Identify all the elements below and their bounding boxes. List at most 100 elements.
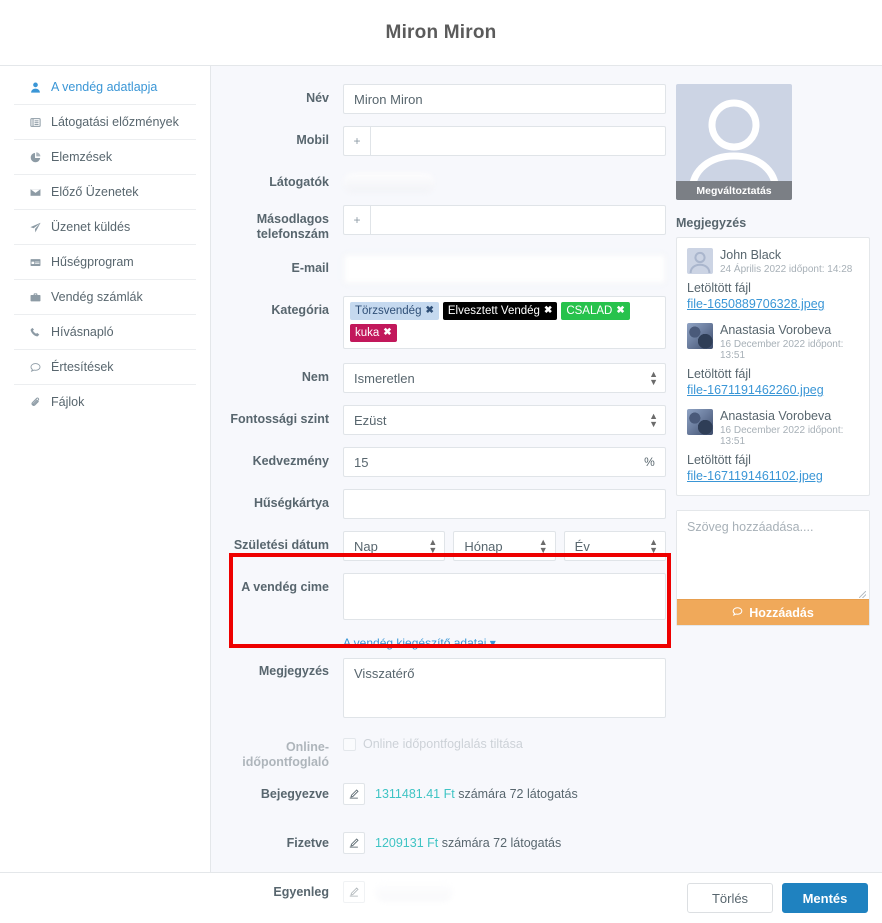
change-avatar-button[interactable]: Megváltoztatás bbox=[676, 181, 792, 200]
sidebar-item-previous-messages[interactable]: Előző Üzenetek bbox=[14, 175, 196, 210]
address-textarea[interactable] bbox=[343, 573, 666, 620]
field-label: A vendég cime bbox=[241, 580, 329, 594]
paid-amount: 1209131 Ft bbox=[375, 836, 439, 850]
note-avatar-placeholder-icon bbox=[687, 248, 713, 274]
sidebar-item-send-message[interactable]: Üzenet küldés bbox=[14, 210, 196, 245]
briefcase-icon bbox=[28, 292, 43, 303]
note-item: John Black 24 Április 2022 időpont: 14:2… bbox=[687, 248, 859, 311]
remove-tag-icon[interactable]: ✖ bbox=[616, 304, 624, 318]
sidebar-item-visit-history[interactable]: Látogatási előzmények bbox=[14, 105, 196, 140]
edit-balance-icon[interactable] bbox=[343, 881, 365, 903]
note-author: John Black bbox=[720, 248, 782, 262]
category-tag[interactable]: CSALAD ✖ bbox=[561, 302, 630, 320]
note-item: Anastasia Vorobeva 16 December 2022 időp… bbox=[687, 323, 859, 397]
field-email: E-mail bbox=[219, 254, 666, 284]
field-label: Fizetve bbox=[286, 836, 329, 850]
comment-input[interactable] bbox=[677, 511, 869, 587]
birth-month-select[interactable]: Hónap bbox=[453, 531, 556, 561]
field-label: Kategória bbox=[271, 303, 329, 317]
extra-data-toggle-link[interactable]: A vendég kiegészítő adatai ▾ bbox=[343, 636, 496, 650]
sidebar-item-loyalty-program[interactable]: Hűségprogram bbox=[14, 245, 196, 280]
save-button[interactable]: Mentés bbox=[782, 883, 868, 913]
note-item: Anastasia Vorobeva 16 December 2022 időp… bbox=[687, 409, 859, 483]
field-visitors: Látogatók bbox=[219, 168, 666, 193]
sidebar-item-label: Fájlok bbox=[51, 395, 85, 409]
note-avatar-photo bbox=[687, 323, 713, 349]
remove-tag-icon[interactable]: ✖ bbox=[425, 304, 433, 318]
history-icon bbox=[28, 117, 43, 128]
birth-day-select[interactable]: Nap bbox=[343, 531, 446, 561]
loyalty-card-input[interactable] bbox=[343, 489, 666, 519]
field-label: Megjegyzés bbox=[258, 664, 329, 678]
sidebar-item-label: Vendég számlák bbox=[51, 290, 143, 304]
sidebar-item-label: A vendég adatlapja bbox=[51, 80, 158, 94]
pie-chart-icon bbox=[28, 151, 43, 163]
remove-tag-icon[interactable]: ✖ bbox=[544, 304, 552, 318]
notes-list: John Black 24 Április 2022 időpont: 14:2… bbox=[676, 237, 870, 496]
sidebar-item-notifications[interactable]: Értesítések bbox=[14, 350, 196, 385]
field-label: Hűségkártya bbox=[253, 496, 329, 510]
card-icon bbox=[28, 257, 43, 268]
note-author: Anastasia Vorobeva bbox=[720, 409, 832, 423]
modal-header: Miron Miron bbox=[0, 0, 882, 66]
category-tag[interactable]: Elvesztett Vendég ✖ bbox=[442, 302, 558, 320]
sidebar-item-label: Elemzések bbox=[51, 150, 113, 164]
birth-year-select[interactable]: Év bbox=[563, 531, 666, 561]
note-date: 16 December 2022 időpont: 13:51 bbox=[720, 425, 844, 447]
field-note: Megjegyzés Visszatérő bbox=[219, 658, 666, 721]
online-booking-checkbox[interactable] bbox=[343, 737, 356, 751]
visitors-redacted-value bbox=[343, 173, 435, 193]
category-tag[interactable]: kuka ✖ bbox=[350, 324, 397, 342]
field-label: Nem bbox=[301, 370, 329, 384]
field-online-booking: Online-időpontfoglaló Online időpontfogl… bbox=[219, 733, 666, 770]
name-input[interactable] bbox=[343, 84, 666, 114]
envelope-icon bbox=[28, 187, 43, 198]
mobile-input[interactable] bbox=[370, 126, 666, 156]
tag-label: CSALAD bbox=[566, 305, 613, 317]
sidebar-item-analytics[interactable]: Elemzések bbox=[14, 140, 196, 175]
sidebar-item-files[interactable]: Fájlok bbox=[14, 385, 196, 419]
note-textarea[interactable]: Visszatérő bbox=[343, 658, 666, 718]
tag-label: Elvesztett Vendég bbox=[447, 305, 540, 317]
modal-body: A vendég adatlapja Látogatási előzmények… bbox=[0, 66, 882, 903]
field-address: A vendég cime bbox=[219, 573, 666, 623]
field-birth-date: Születési dátum Nap ▲ ▼ Hónap ▲ ▼ Év ▲ ▼ bbox=[219, 531, 666, 561]
note-body: Letöltött fájl bbox=[687, 453, 751, 467]
plus-icon: + bbox=[343, 205, 370, 235]
note-file-link[interactable]: file-1671191461102.jpeg bbox=[687, 469, 859, 483]
sidebar-item-call-log[interactable]: Hívásnapló bbox=[14, 315, 196, 350]
field-label: Kedvezmény bbox=[252, 454, 329, 468]
gender-select[interactable]: Ismeretlen bbox=[343, 363, 666, 393]
field-label: Egyenleg bbox=[273, 885, 329, 899]
note-file-link[interactable]: file-1671191462260.jpeg bbox=[687, 383, 859, 397]
checked-in-suffix: számára 72 látogatás bbox=[458, 787, 578, 801]
remove-tag-icon[interactable]: ✖ bbox=[383, 326, 391, 340]
guest-profile-modal: Miron Miron A vendég adatlapja Látogatás… bbox=[0, 0, 882, 923]
avatar[interactable]: Megváltoztatás bbox=[676, 84, 792, 200]
add-comment-button[interactable]: Hozzáadás bbox=[677, 599, 869, 625]
delete-button[interactable]: Törlés bbox=[687, 883, 773, 913]
sidebar-item-label: Üzenet küldés bbox=[51, 220, 131, 234]
right-panel: Megváltoztatás Megjegyzés John Black 24 … bbox=[666, 84, 882, 872]
discount-input[interactable] bbox=[343, 447, 634, 477]
sidebar-item-guest-profile[interactable]: A vendég adatlapja bbox=[14, 70, 196, 105]
resize-handle[interactable] bbox=[677, 590, 869, 599]
note-author: Anastasia Vorobeva bbox=[720, 323, 832, 337]
sidebar-item-guest-invoices[interactable]: Vendég számlák bbox=[14, 280, 196, 315]
secondary-phone-input[interactable] bbox=[370, 205, 666, 235]
add-comment-label: Hozzáadás bbox=[749, 605, 814, 620]
edit-paid-icon[interactable] bbox=[343, 832, 365, 854]
category-tag-input[interactable]: Törzsvendég ✖ Elvesztett Vendég ✖ CSALAD… bbox=[343, 296, 666, 349]
add-comment-box: Hozzáadás bbox=[676, 510, 870, 626]
edit-checked-in-icon[interactable] bbox=[343, 783, 365, 805]
email-redacted-input[interactable] bbox=[343, 254, 666, 284]
sidebar-item-label: Értesítések bbox=[51, 360, 114, 374]
notes-title: Megjegyzés bbox=[676, 216, 747, 230]
note-file-link[interactable]: file-1650889706328.jpeg bbox=[687, 297, 859, 311]
category-tag[interactable]: Törzsvendég ✖ bbox=[350, 302, 439, 320]
balance-redacted-value bbox=[375, 882, 453, 902]
paper-plane-icon bbox=[28, 222, 43, 233]
note-date: 16 December 2022 időpont: 13:51 bbox=[720, 339, 844, 361]
importance-select[interactable]: Ezüst bbox=[343, 405, 666, 435]
field-label: Másodlagos telefonszám bbox=[256, 212, 329, 241]
